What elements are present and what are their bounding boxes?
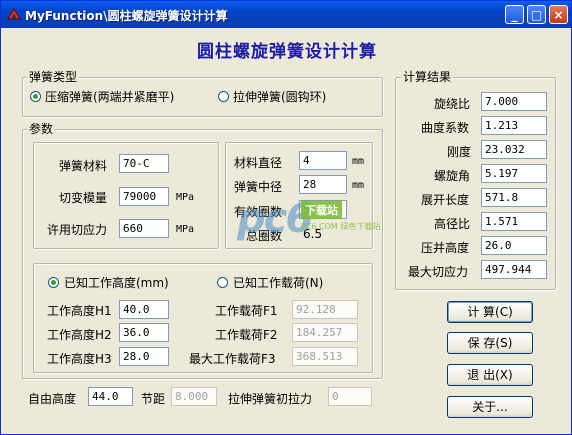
result-value[interactable]: 23.032 [481, 140, 547, 159]
pitch-label: 节距 [141, 392, 166, 406]
maximize-button[interactable]: □ [527, 5, 546, 24]
params-legend: 参数 [27, 120, 56, 137]
result-value[interactable]: 497.944 [481, 260, 547, 279]
result-value[interactable]: 5.197 [481, 164, 547, 183]
result-value[interactable]: 26.0 [481, 236, 547, 255]
result-label: 旋绕比 [434, 97, 471, 111]
free-height-input[interactable]: 44.0 [88, 387, 133, 406]
h2-input[interactable]: 36.0 [119, 323, 169, 342]
wire-dia-label: 材料直径 [234, 156, 283, 170]
radio-compression-spring[interactable] [30, 91, 41, 102]
initial-tension-input[interactable]: 0 [328, 387, 372, 406]
wire-dia-input[interactable]: 4 [299, 151, 347, 170]
shear-modulus-unit: MPa [176, 192, 195, 203]
h3-label: 工作高度H3 [47, 352, 112, 366]
mean-dia-label: 弹簧中径 [234, 180, 283, 194]
watermark-sub: PC6.COM 绿色下载站 [301, 222, 381, 231]
minimize-button[interactable]: _ [505, 5, 524, 24]
maximize-icon: □ [530, 8, 543, 22]
result-label: 压并高度 [421, 241, 470, 255]
exit-button[interactable]: 退 出(X) [447, 364, 533, 386]
window-title: MyFunction\圆柱螺旋弹簧设计计算 [25, 9, 228, 23]
mean-dia-input[interactable]: 28 [299, 175, 347, 194]
app-icon [7, 8, 21, 20]
shear-modulus-input[interactable]: 79000 [119, 187, 169, 206]
calculate-button[interactable]: 计 算(C) [447, 301, 533, 323]
radio-known-load[interactable] [217, 277, 228, 288]
result-value[interactable]: 1.213 [481, 116, 547, 135]
tension-spring-label[interactable]: 拉伸弹簧(圆钩环) [233, 88, 326, 105]
compression-spring-label[interactable]: 压缩弹簧(两端并紧磨平) [45, 88, 174, 105]
f2-label: 工作载荷F2 [215, 328, 278, 342]
wire-dia-unit: mm [352, 156, 365, 167]
result-label: 螺旋角 [434, 169, 471, 183]
result-label: 展开长度 [421, 193, 470, 207]
h3-input[interactable]: 28.0 [119, 347, 169, 366]
free-height-label: 自由高度 [28, 392, 77, 406]
mean-dia-unit: mm [352, 180, 365, 191]
f1-input[interactable]: 92.128 [292, 300, 358, 319]
allow-stress-input[interactable]: 660 [119, 219, 169, 238]
f2-input[interactable]: 184.257 [292, 323, 358, 342]
f3-input[interactable]: 368.513 [292, 347, 358, 366]
result-value[interactable]: 7.000 [481, 92, 547, 111]
radio-known-height[interactable] [48, 277, 59, 288]
shear-modulus-label: 切变模量 [59, 191, 108, 205]
h1-input[interactable]: 40.0 [119, 300, 169, 319]
minimize-icon: _ [511, 8, 518, 22]
h2-label: 工作高度H2 [47, 328, 112, 342]
result-label: 刚度 [447, 145, 472, 159]
close-icon: × [553, 8, 564, 22]
spring-type-legend: 弹簧类型 [27, 68, 80, 85]
allow-stress-unit: MPa [176, 224, 195, 235]
h1-label: 工作高度H1 [47, 304, 112, 318]
close-button[interactable]: × [549, 5, 568, 24]
known-load-label[interactable]: 已知工作载荷(N) [233, 274, 323, 291]
f3-label: 最大工作载荷F3 [189, 352, 276, 366]
save-button[interactable]: 保 存(S) [447, 332, 533, 354]
result-label: 曲度系数 [421, 121, 470, 135]
page-title: 圆柱螺旋弹簧设计计算 [197, 42, 377, 62]
known-height-label[interactable]: 已知工作高度(mm) [64, 274, 169, 291]
radio-tension-spring[interactable] [218, 91, 229, 102]
watermark-tag: 下载站 [301, 201, 342, 219]
result-value[interactable]: 571.8 [481, 188, 547, 207]
title-bar[interactable]: MyFunction\圆柱螺旋弹簧设计计算 _ □ × [1, 1, 571, 28]
f1-label: 工作载荷F1 [215, 304, 278, 318]
allow-stress-label: 许用切应力 [47, 223, 108, 237]
about-button[interactable]: 关于... [447, 396, 533, 418]
result-value[interactable]: 1.571 [481, 212, 547, 231]
initial-tension-label: 拉伸弹簧初拉力 [228, 392, 313, 406]
result-label: 最大切应力 [408, 265, 469, 279]
material-label: 弹簧材料 [59, 159, 108, 173]
app-window: MyFunction\圆柱螺旋弹簧设计计算 _ □ × 圆柱螺旋弹簧设计计算 弹… [0, 0, 572, 435]
material-input[interactable]: 70-C [119, 154, 169, 173]
results-legend: 计算结果 [401, 68, 454, 85]
result-label: 高径比 [434, 217, 471, 231]
pitch-input[interactable]: 8.000 [171, 387, 217, 406]
